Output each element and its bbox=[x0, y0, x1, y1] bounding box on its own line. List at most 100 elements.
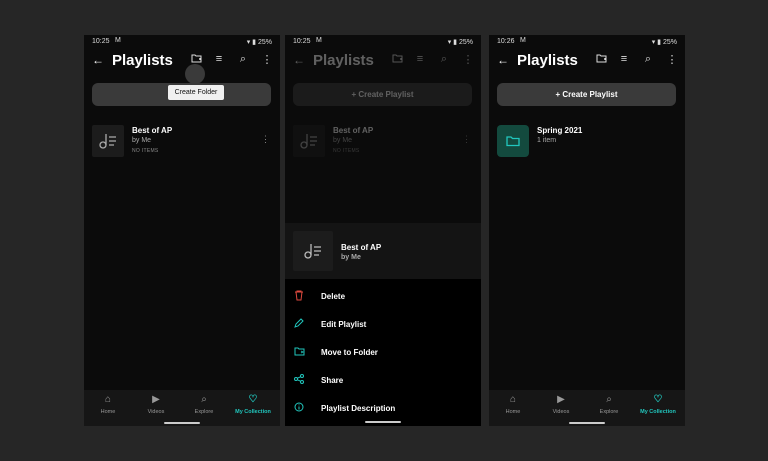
bottom-nav: ⌂ Home ▶ Videos ⌕ Explore ♡ My Collection bbox=[489, 390, 685, 426]
video-icon: ▶ bbox=[557, 394, 565, 405]
folder-item-count: 1 item bbox=[537, 137, 557, 144]
status-time: 10:25 bbox=[293, 38, 311, 45]
search-icon: ⌕ bbox=[606, 394, 612, 405]
more-icon[interactable]: ⋮ bbox=[665, 53, 679, 66]
nav-label: Home bbox=[100, 409, 116, 415]
video-icon: ▶ bbox=[152, 394, 160, 405]
playlist-row[interactable]: Best of AP by Me NO ITEMS ⋮ bbox=[92, 125, 272, 158]
sheet-playlist-owner: by Me bbox=[341, 254, 361, 261]
menu-delete[interactable]: Delete bbox=[285, 287, 481, 307]
nav-label: Home bbox=[505, 409, 521, 415]
create-folder-icon bbox=[390, 53, 404, 66]
nav-explore[interactable]: ⌕ Explore bbox=[181, 394, 227, 415]
nav-videos[interactable]: ▶ Videos bbox=[133, 394, 179, 415]
search-icon[interactable]: ⌕ bbox=[641, 53, 655, 66]
playlist-more-icon: ⋮ bbox=[462, 134, 471, 144]
top-bar: ← Playlists ≡ ⌕ ⋮ bbox=[84, 49, 280, 84]
info-icon bbox=[293, 402, 305, 414]
menu-edit-playlist[interactable]: Edit Playlist bbox=[285, 315, 481, 335]
sort-icon: ≡ bbox=[416, 53, 424, 65]
more-icon: ⋮ bbox=[462, 54, 474, 66]
status-right: ▾ ▮ 25% bbox=[651, 39, 677, 46]
create-folder-highlight bbox=[185, 64, 205, 84]
nav-label: Explore bbox=[599, 409, 619, 415]
battery-level: 25% bbox=[257, 39, 272, 46]
more-icon[interactable]: ⋮ bbox=[260, 53, 274, 66]
nav-label: My Collection bbox=[640, 409, 676, 415]
status-time: 10:26 bbox=[497, 38, 515, 45]
page-title: Playlists bbox=[313, 52, 374, 69]
bottom-sheet: Best of AP by Me Delete Edit Playlist Mo… bbox=[285, 223, 481, 426]
status-bar: 10:25 M ▾ ▮ 25% bbox=[84, 35, 280, 48]
playlist-row: Best of AP by Me NO ITEMS ⋮ bbox=[293, 125, 473, 158]
nav-my-collection[interactable]: ♡ My Collection bbox=[635, 394, 681, 415]
create-folder-tooltip: Create Folder bbox=[168, 85, 224, 100]
page-title: Playlists bbox=[112, 52, 173, 69]
playlist-thumbnail bbox=[92, 125, 124, 157]
playlist-thumbnail bbox=[293, 231, 333, 271]
back-arrow-icon[interactable]: ← bbox=[497, 53, 509, 67]
playlist-item-count: NO ITEMS bbox=[132, 148, 159, 154]
status-bar: 10:25 M ▾ ▮ 25% bbox=[285, 35, 481, 48]
top-bar: ← Playlists ≡ ⌕ ⋮ bbox=[489, 49, 685, 75]
playlist-owner: by Me bbox=[132, 137, 152, 144]
search-icon: ⌕ bbox=[201, 394, 207, 405]
folder-row[interactable]: Spring 2021 1 item bbox=[497, 125, 677, 158]
sort-icon[interactable]: ≡ bbox=[212, 53, 226, 65]
search-icon: ⌕ bbox=[440, 53, 448, 65]
playlist-item-count: NO ITEMS bbox=[333, 148, 360, 154]
nav-label: Explore bbox=[194, 409, 214, 415]
folder-move-icon bbox=[293, 346, 305, 358]
heart-icon: ♡ bbox=[248, 394, 258, 405]
pencil-icon bbox=[293, 318, 305, 330]
create-playlist-button[interactable]: + Create Playlist bbox=[497, 83, 676, 106]
search-icon[interactable]: ⌕ bbox=[236, 53, 250, 66]
status-time: 10:25 bbox=[92, 38, 110, 45]
menu-label: Delete bbox=[321, 292, 346, 301]
mail-icon: M bbox=[115, 37, 121, 44]
nav-explore[interactable]: ⌕ Explore bbox=[586, 394, 632, 415]
bottom-nav: ⌂ Home ▶ Videos ⌕ Explore ♡ My Collection bbox=[84, 390, 280, 426]
create-folder-icon[interactable] bbox=[594, 53, 608, 66]
menu-label: Edit Playlist bbox=[321, 320, 367, 329]
nav-label: My Collection bbox=[235, 409, 271, 415]
home-icon: ⌂ bbox=[509, 394, 517, 405]
status-right: ▾ ▮ 25% bbox=[447, 39, 473, 46]
nav-home[interactable]: ⌂ Home bbox=[490, 394, 536, 415]
playlist-more-icon[interactable]: ⋮ bbox=[261, 134, 270, 145]
playlist-owner: by Me bbox=[333, 137, 353, 144]
battery-level: 25% bbox=[458, 39, 473, 46]
screen-playlist-options: 10:25 M ▾ ▮ 25% ← Playlists ≡ ⌕ ⋮ + Crea… bbox=[285, 35, 481, 426]
mail-icon: M bbox=[316, 37, 322, 44]
sheet-playlist-name: Best of AP bbox=[341, 243, 382, 252]
back-arrow-icon[interactable]: ← bbox=[92, 53, 104, 67]
heart-icon: ♡ bbox=[653, 394, 663, 405]
back-arrow-icon: ← bbox=[293, 53, 305, 67]
menu-label: Share bbox=[321, 376, 344, 385]
menu-label: Playlist Description bbox=[321, 404, 396, 413]
home-indicator bbox=[365, 421, 401, 423]
menu-move-to-folder[interactable]: Move to Folder bbox=[285, 343, 481, 363]
menu-playlist-description[interactable]: Playlist Description bbox=[285, 399, 481, 419]
create-folder-icon[interactable] bbox=[189, 53, 203, 66]
folder-icon bbox=[506, 136, 520, 147]
sort-icon[interactable]: ≡ bbox=[617, 53, 631, 65]
home-icon: ⌂ bbox=[104, 394, 112, 405]
playlist-name: Best of AP bbox=[333, 126, 374, 135]
screen-create-folder: 10:25 M ▾ ▮ 25% ← Playlists ≡ ⌕ ⋮ + C Cr… bbox=[84, 35, 280, 426]
menu-share[interactable]: Share bbox=[285, 371, 481, 391]
nav-my-collection[interactable]: ♡ My Collection bbox=[230, 394, 276, 415]
nav-home[interactable]: ⌂ Home bbox=[85, 394, 131, 415]
mail-icon: M bbox=[520, 37, 526, 44]
nav-label: Videos bbox=[552, 409, 570, 415]
nav-videos[interactable]: ▶ Videos bbox=[538, 394, 584, 415]
playlist-name: Best of AP bbox=[132, 126, 173, 135]
page-title: Playlists bbox=[517, 52, 578, 69]
status-right: ▾ ▮ 25% bbox=[246, 39, 272, 46]
home-indicator bbox=[164, 422, 200, 424]
battery-level: 25% bbox=[662, 39, 677, 46]
folder-thumbnail bbox=[497, 125, 529, 157]
music-note-icon bbox=[99, 134, 116, 149]
share-icon bbox=[293, 374, 305, 386]
playlist-thumbnail bbox=[293, 125, 325, 157]
